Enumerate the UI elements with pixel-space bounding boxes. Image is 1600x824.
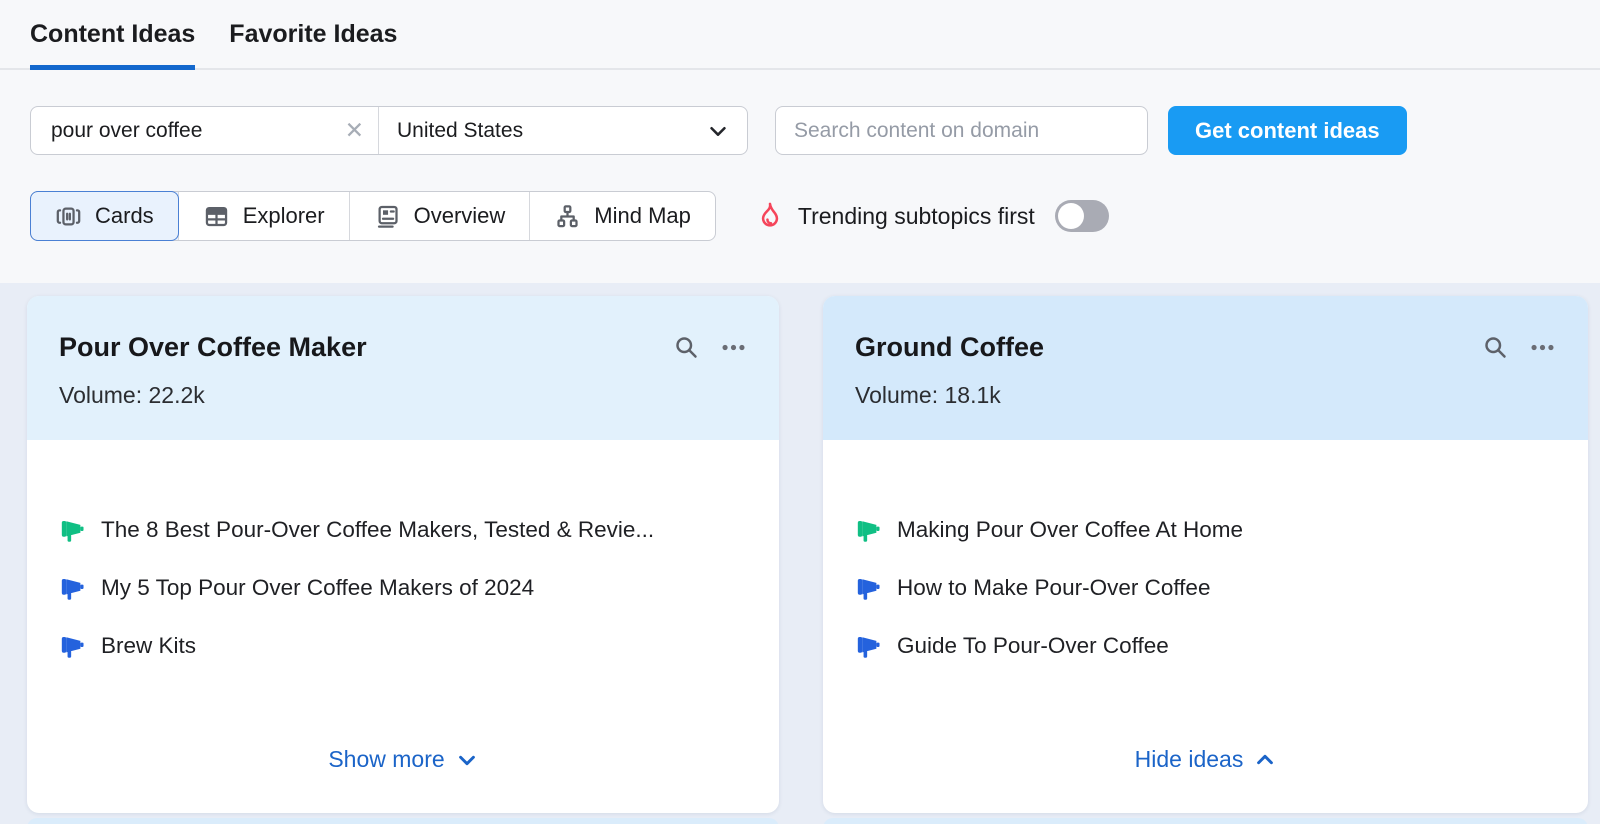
view-explorer-label: Explorer [242, 203, 325, 228]
topic-card-title: Ground Coffee [855, 332, 1044, 362]
clear-icon[interactable]: ✕ [337, 119, 364, 142]
view-mind-map-label: Mind Map [594, 203, 691, 228]
idea-title: The 8 Best Pour-Over Coffee Makers, Test… [101, 517, 655, 542]
cards-area: Pour Over Coffee Maker Volume: 22.2k The… [0, 283, 1600, 824]
idea-row[interactable]: My 5 Top Pour Over Coffee Makers of 2024 [59, 572, 747, 604]
hide-ideas-label: Hide ideas [1134, 746, 1244, 772]
chevron-down-icon [458, 755, 475, 765]
search-icon[interactable] [1482, 334, 1509, 361]
next-row-card-edge [27, 818, 779, 824]
idea-row[interactable]: Guide To Pour-Over Coffee [855, 630, 1556, 662]
topic-card-body: The 8 Best Pour-Over Coffee Makers, Test… [27, 440, 779, 813]
chevron-up-icon [1257, 754, 1274, 764]
toolbar: ✕ United States Get content ideas Ca [0, 70, 1600, 241]
views-row: Cards Explorer Overview Mind Map Trendin… [30, 191, 1570, 241]
region-selected-value: United States [397, 118, 524, 142]
idea-title: Making Pour Over Coffee At Home [897, 517, 1243, 542]
ellipsis-menu-icon[interactable] [1529, 334, 1556, 361]
idea-row[interactable]: How to Make Pour-Over Coffee [855, 572, 1556, 604]
search-row: ✕ United States Get content ideas [30, 106, 1570, 155]
domain-search-input[interactable] [775, 106, 1148, 155]
megaphone-icon [61, 636, 84, 658]
topic-card-volume: Volume: 18.1k [855, 382, 1001, 408]
toggle-knob [1057, 203, 1084, 229]
tab-favorite-ideas[interactable]: Favorite Ideas [229, 0, 397, 68]
trending-subtopics-label: Trending subtopics first [797, 202, 1035, 229]
flame-icon [761, 202, 779, 227]
topic-card: Pour Over Coffee Maker Volume: 22.2k The… [27, 296, 779, 813]
view-mind-map[interactable]: Mind Map [530, 192, 715, 240]
tab-content-ideas[interactable]: Content Ideas [30, 0, 196, 70]
idea-title: Guide To Pour-Over Coffee [897, 633, 1169, 658]
ellipsis-menu-icon[interactable] [720, 334, 747, 361]
megaphone-icon [857, 520, 880, 542]
tab-bar: Content Ideas Favorite Ideas [0, 0, 1600, 70]
megaphone-icon [857, 636, 880, 658]
get-content-ideas-button[interactable]: Get content ideas [1168, 106, 1407, 155]
topic-card: Ground Coffee Volume: 18.1k Making Pour … [823, 296, 1588, 813]
table-icon [205, 206, 227, 226]
topic-card-header: Pour Over Coffee Maker Volume: 22.2k [27, 296, 779, 440]
cards-icon [56, 207, 81, 225]
keyword-field-wrap: ✕ [31, 107, 379, 154]
next-row-card-edge [823, 818, 1588, 824]
show-more-label: Show more [328, 746, 445, 772]
hierarchy-icon [557, 204, 578, 227]
idea-title: How to Make Pour-Over Coffee [897, 575, 1211, 600]
view-explorer[interactable]: Explorer [179, 192, 350, 240]
megaphone-icon [61, 520, 84, 542]
view-cards[interactable]: Cards [30, 191, 179, 241]
idea-row[interactable]: Making Pour Over Coffee At Home [855, 514, 1556, 546]
chevron-down-icon [710, 126, 726, 136]
report-icon [377, 205, 398, 228]
topic-card-body: Making Pour Over Coffee At Home How to M… [823, 440, 1588, 813]
idea-title: Brew Kits [101, 633, 197, 658]
topic-card-title: Pour Over Coffee Maker [59, 332, 367, 362]
search-combo: ✕ United States [30, 106, 748, 155]
idea-row[interactable]: Brew Kits [59, 630, 747, 662]
idea-title: My 5 Top Pour Over Coffee Makers of 2024 [101, 575, 535, 600]
show-more-link[interactable]: Show more [27, 746, 779, 773]
region-select[interactable]: United States [379, 107, 747, 154]
trending-subtopics-control: Trending subtopics first [756, 200, 1109, 232]
keyword-input[interactable] [49, 117, 337, 144]
megaphone-icon [857, 578, 880, 600]
search-icon[interactable] [673, 334, 700, 361]
topic-card-header: Ground Coffee Volume: 18.1k [823, 296, 1588, 440]
view-overview[interactable]: Overview [350, 192, 531, 240]
megaphone-icon [61, 578, 84, 600]
topic-card-volume: Volume: 22.2k [59, 382, 205, 408]
view-switcher: Cards Explorer Overview Mind Map [30, 191, 716, 241]
view-cards-label: Cards [95, 203, 154, 228]
trending-toggle[interactable] [1054, 200, 1109, 232]
view-overview-label: Overview [413, 203, 506, 228]
idea-row[interactable]: The 8 Best Pour-Over Coffee Makers, Test… [59, 514, 747, 546]
hide-ideas-link[interactable]: Hide ideas [823, 746, 1588, 773]
